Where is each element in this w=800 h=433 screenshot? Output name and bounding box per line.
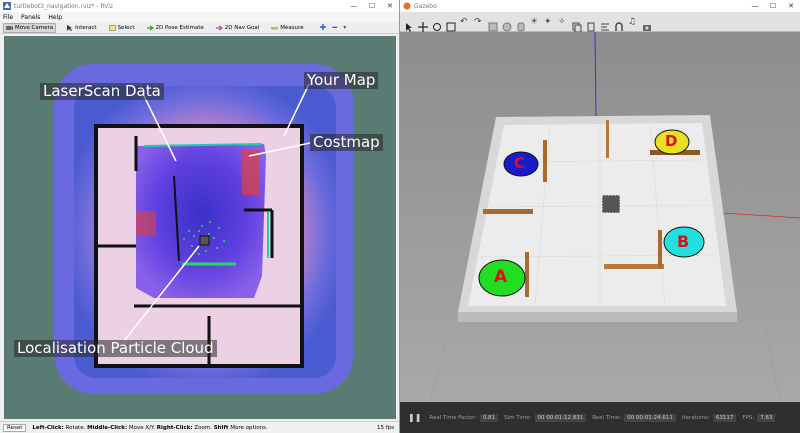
hint-right-desc: Zoom.: [194, 424, 212, 431]
tool-label: Select: [117, 24, 135, 31]
rviz-statusbar: Reset Left-Click: Rotate. Middle-Click: …: [0, 421, 399, 433]
select-icon: [108, 24, 116, 31]
real-time-label: Real Time:: [592, 414, 622, 421]
copy-icon[interactable]: [572, 17, 582, 32]
remove-tool-icon[interactable]: ━: [332, 23, 337, 32]
sphere-shape-icon[interactable]: [502, 17, 512, 31]
gazebo-toolbar: ↶ ↷ ☀ ✦ ✧ ♫: [400, 12, 800, 32]
tool-label: Interact: [75, 24, 97, 31]
gazebo-app-icon: [403, 2, 411, 10]
marker-c-label: C: [514, 154, 526, 172]
align-icon[interactable]: [600, 17, 610, 30]
rviz-toolbar: Move Camera Interact Select 2D Pose Esti…: [0, 22, 399, 34]
add-tool-icon[interactable]: ✚: [320, 23, 327, 32]
costmap-inflation: [136, 211, 156, 236]
annotation-particle-cloud: Localisation Particle Cloud: [14, 340, 217, 357]
rtf-label: Real Time Factor:: [429, 414, 477, 421]
undo-icon[interactable]: ↶: [460, 17, 470, 27]
tool-label: 2D Nav Goal: [224, 24, 260, 31]
hint-shift: Shift: [213, 424, 229, 431]
tool-select[interactable]: Select: [107, 24, 137, 32]
rviz-3d-viewport[interactable]: LaserScan Data Your Map Costmap Localisa…: [4, 36, 396, 419]
hint-middle-desc: Move X/Y.: [128, 424, 156, 431]
gazebo-robot[interactable]: [601, 194, 621, 214]
costmap-inflation: [242, 150, 260, 195]
rviz-app-icon: [3, 2, 11, 10]
minimize-button[interactable]: —: [345, 2, 363, 10]
rviz-window: turtlebot3_navigation.rviz* - RViz — ☐ ✕…: [0, 0, 400, 433]
iterations-label: Iterations:: [681, 414, 710, 421]
rtf-value: 0.81: [479, 413, 499, 422]
ruler-icon: [271, 25, 279, 31]
screenshot-icon[interactable]: [642, 17, 652, 31]
tool-interact[interactable]: Interact: [64, 24, 98, 32]
hint-shift-desc: More options.: [230, 424, 268, 431]
select-arrow-icon[interactable]: [404, 17, 414, 32]
cursor-icon: [66, 24, 73, 31]
point-light-icon[interactable]: ✦: [544, 17, 554, 27]
annotation-laserscan: LaserScan Data: [40, 83, 164, 100]
marker-b-label: B: [677, 232, 690, 251]
tool-measure[interactable]: Measure: [269, 24, 305, 32]
dropdown-icon[interactable]: ▾: [343, 24, 346, 31]
close-button[interactable]: ✕: [782, 2, 800, 10]
fps-label: FPS:: [742, 414, 755, 421]
gazebo-time-bar: ❚❚ Real Time Factor: 0.81 Sim Time: 00 0…: [400, 402, 800, 433]
camera-icon: [6, 25, 13, 31]
spot-light-icon[interactable]: ✧: [558, 17, 568, 27]
minimize-button[interactable]: —: [746, 2, 764, 10]
rviz-window-title: turtlebot3_navigation.rviz* - RViz: [14, 2, 114, 10]
maximize-button[interactable]: ☐: [764, 2, 782, 10]
real-time-value: 00 00:01:24.611: [624, 413, 676, 422]
arena-wall-face: [458, 312, 737, 322]
gazebo-scene: [400, 32, 800, 402]
paste-icon[interactable]: [586, 17, 596, 31]
maximize-button[interactable]: ☐: [363, 2, 381, 10]
cylinder-shape-icon[interactable]: [516, 17, 526, 31]
menu-help[interactable]: Help: [48, 14, 62, 21]
pose-arrow-icon: [146, 25, 154, 31]
redo-icon[interactable]: ↷: [474, 17, 484, 27]
translate-icon[interactable]: [418, 17, 428, 32]
tool-2d-pose-estimate[interactable]: 2D Pose Estimate: [145, 24, 206, 32]
sim-time-value: 00 00:01:12.831: [534, 413, 587, 422]
scale-icon[interactable]: [446, 17, 456, 31]
marker-a-label: A: [494, 267, 508, 287]
tool-2d-nav-goal[interactable]: 2D Nav Goal: [214, 24, 262, 32]
box-shape-icon[interactable]: [488, 17, 498, 31]
annotation-your-map: Your Map: [304, 72, 379, 89]
gazebo-window: Gazebo — ☐ ✕ ↶ ↷ ☀ ✦ ✧ ♫ C D B A ❚❚ Real…: [400, 0, 800, 433]
rviz-menubar: File Panels Help: [0, 12, 399, 22]
sim-time-label: Sim Time:: [504, 414, 532, 421]
close-button[interactable]: ✕: [381, 2, 399, 10]
rviz-titlebar: turtlebot3_navigation.rviz* - RViz — ☐ ✕: [0, 0, 399, 12]
sun-light-icon[interactable]: ☀: [530, 17, 540, 27]
rotate-icon[interactable]: [432, 17, 442, 31]
gazebo-3d-viewport[interactable]: C D B A: [400, 32, 800, 402]
hint-middle: Middle-Click:: [87, 424, 128, 431]
menu-file[interactable]: File: [3, 14, 13, 21]
fps-readout: 15 fps: [376, 424, 394, 431]
tool-label: 2D Pose Estimate: [155, 24, 204, 31]
reset-button[interactable]: Reset: [3, 423, 27, 432]
marker-d-label: D: [665, 132, 678, 150]
audio-icon[interactable]: ♫: [628, 17, 638, 27]
pause-icon[interactable]: ❚❚: [408, 413, 421, 422]
robot-marker: [199, 235, 210, 246]
gazebo-window-title: Gazebo: [414, 2, 437, 10]
gazebo-titlebar: Gazebo — ☐ ✕: [400, 0, 800, 12]
tool-label: Move Camera: [15, 24, 54, 31]
iterations-value: 63117: [712, 413, 737, 422]
snap-icon[interactable]: [614, 17, 624, 31]
hint-left: Left-Click:: [32, 424, 64, 431]
tool-move-camera[interactable]: Move Camera: [3, 22, 57, 33]
tool-label: Measure: [280, 24, 304, 31]
fps-value: 7.63: [757, 413, 776, 422]
annotation-costmap: Costmap: [310, 134, 383, 151]
hint-right: Right-Click:: [156, 424, 193, 431]
goal-arrow-icon: [215, 25, 223, 31]
menu-panels[interactable]: Panels: [21, 14, 40, 21]
hint-left-desc: Rotate.: [65, 424, 86, 431]
